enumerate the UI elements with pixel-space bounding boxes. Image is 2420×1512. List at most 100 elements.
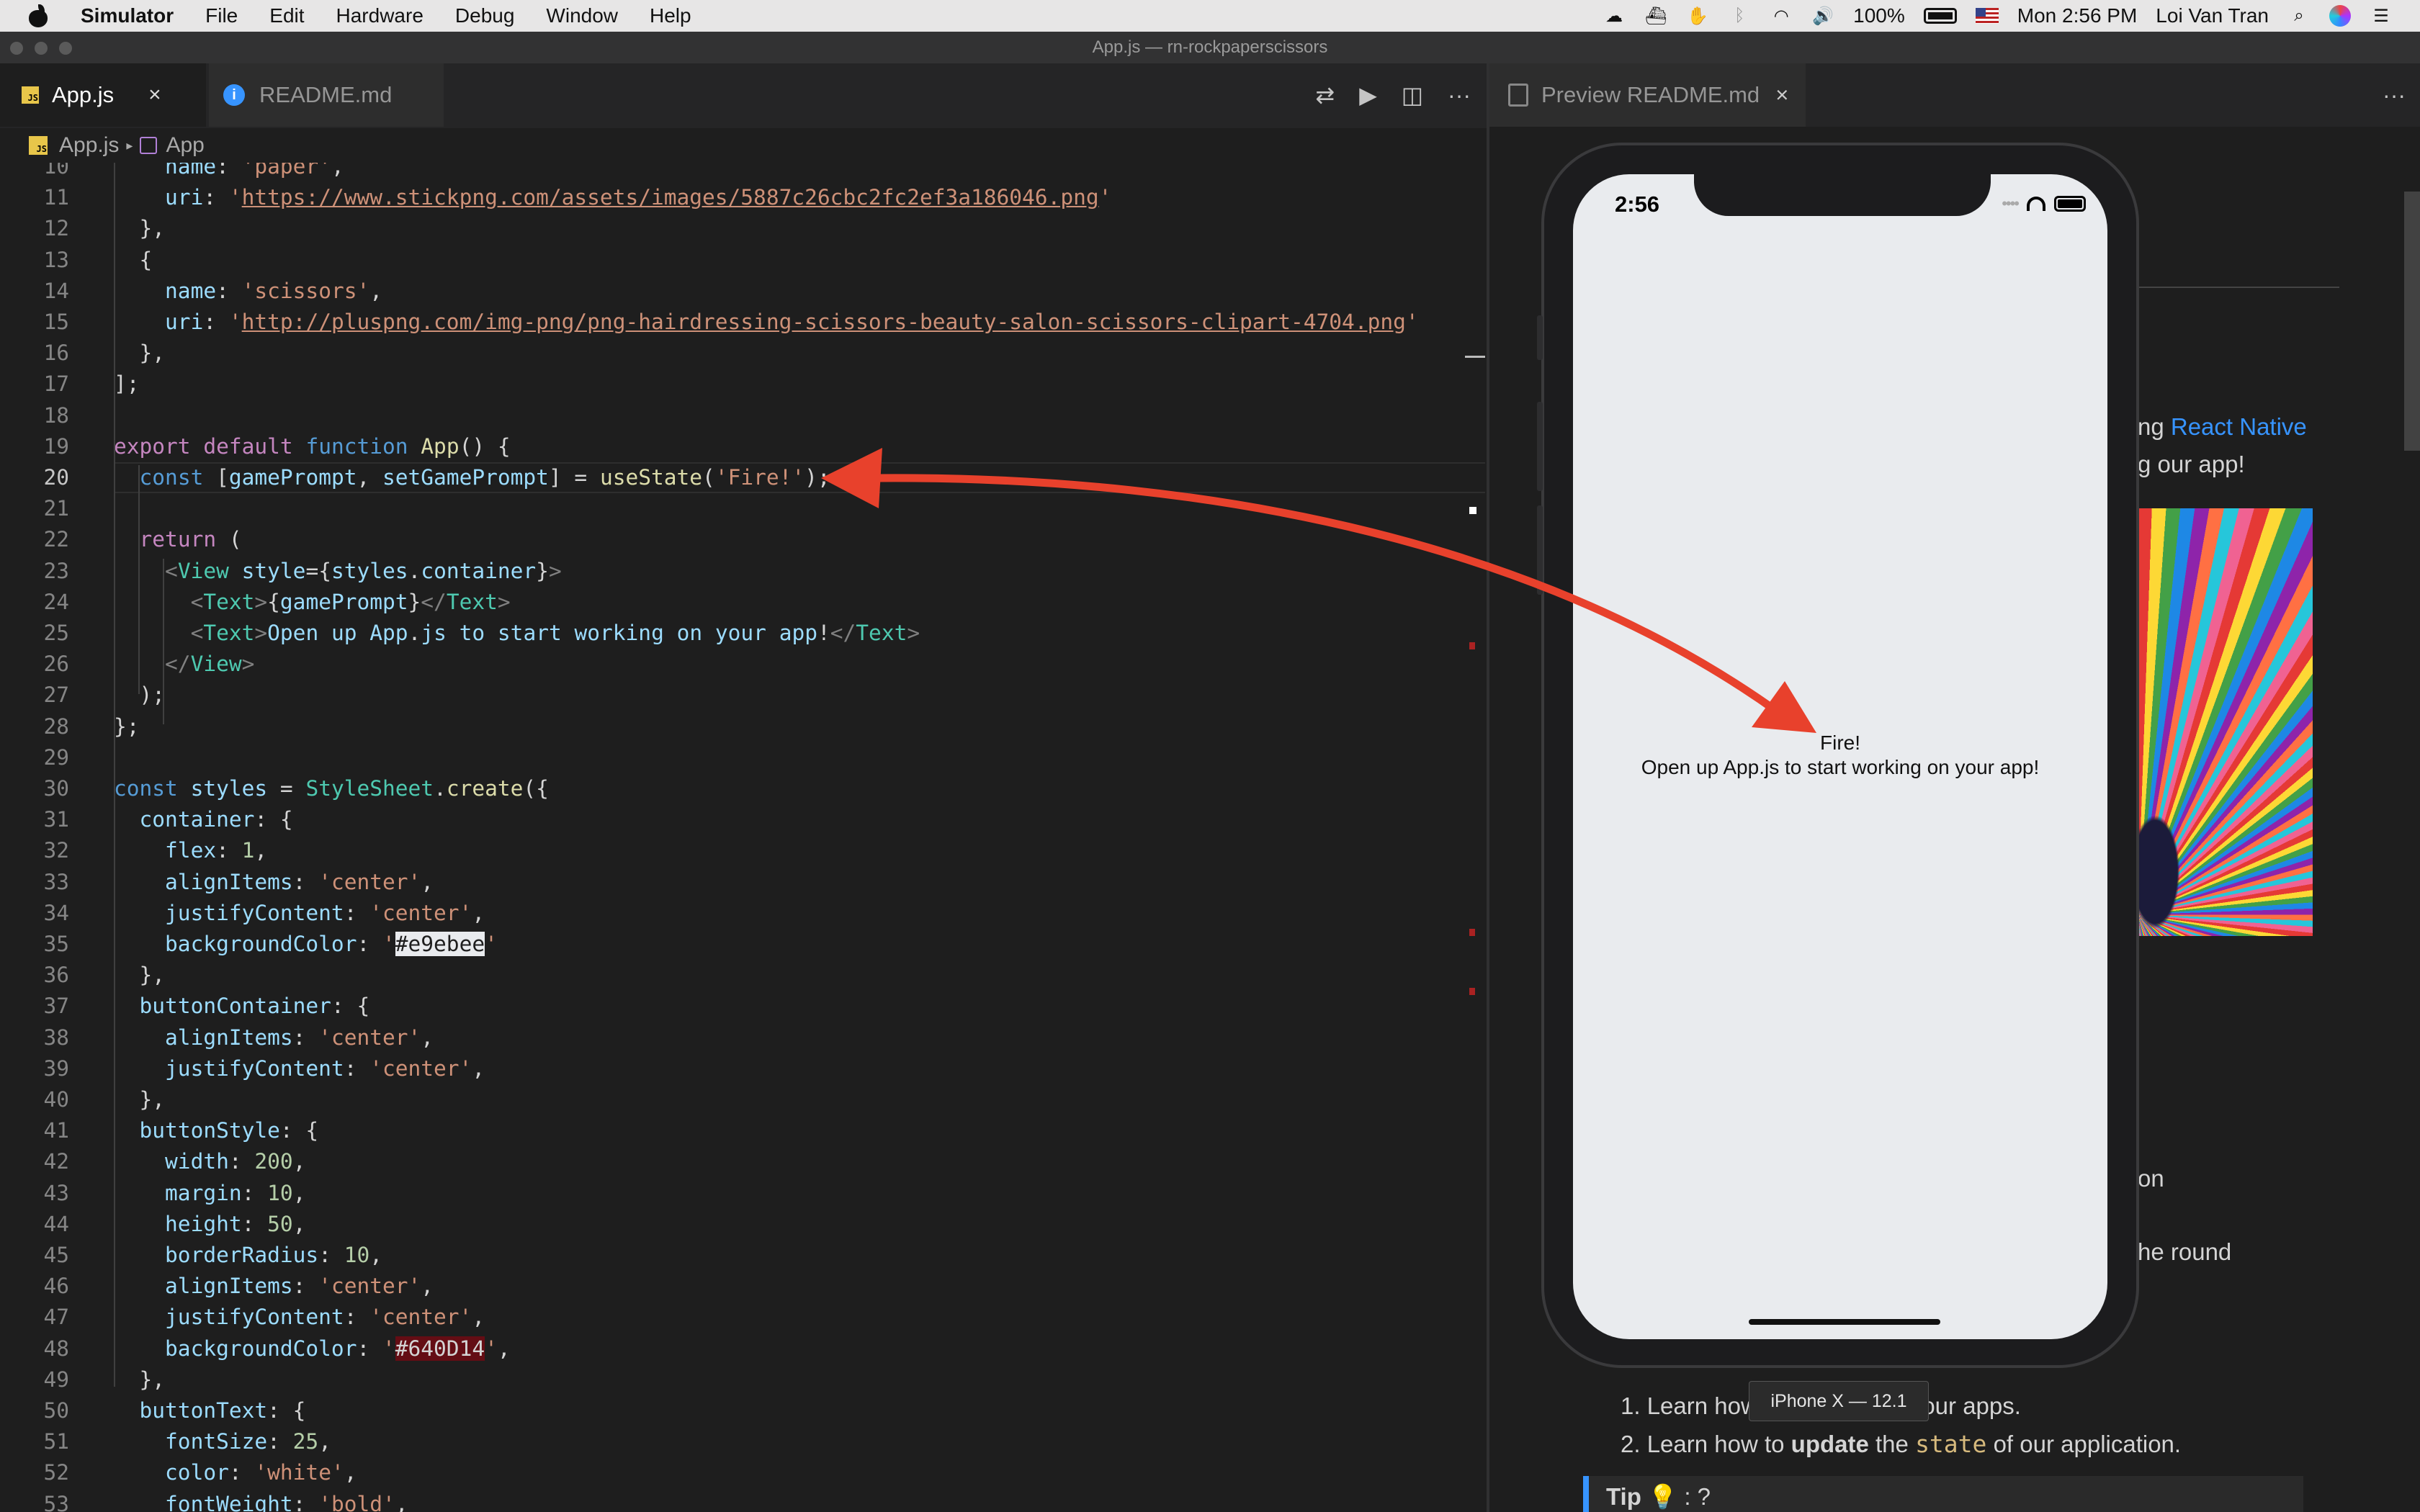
code-line[interactable]: 52 color: 'white', [0, 1457, 1487, 1488]
input-flag-icon[interactable] [1975, 8, 1999, 24]
code-line[interactable]: 41 buttonStyle: { [0, 1115, 1487, 1146]
apple-icon[interactable] [27, 4, 49, 28]
menu-hardware[interactable]: Hardware [336, 4, 424, 27]
menu-edit[interactable]: Edit [269, 4, 304, 27]
mute-switch[interactable] [1537, 315, 1543, 360]
code-line[interactable]: 25 <Text>Open up App.js to start working… [0, 618, 1487, 649]
code-line[interactable]: 26 </View> [0, 649, 1487, 680]
menubar-user[interactable]: Loi Van Tran [2156, 4, 2269, 27]
code-line[interactable]: 13 { [0, 245, 1487, 276]
device-label: iPhone X — 12.1 [1749, 1381, 1929, 1421]
creative-cloud-icon[interactable]: ☁ [1603, 6, 1626, 26]
code-line[interactable]: 28}; [0, 711, 1487, 742]
react-native-link[interactable]: React Native [2171, 413, 2307, 440]
tab-readme[interactable]: i README.md [209, 63, 444, 127]
code-text: justifyContent: 'center', [165, 1056, 485, 1081]
code-line[interactable]: 15 uri: 'http://pluspng.com/img-png/png-… [0, 307, 1487, 338]
inline-code: state [1915, 1430, 1987, 1458]
spotlight-search-icon[interactable]: ⌕ [2287, 6, 2311, 25]
menubar-clock[interactable]: Mon 2:56 PM [2017, 4, 2138, 27]
scrollbar[interactable] [2404, 192, 2420, 451]
code-line[interactable]: 43 margin: 10, [0, 1178, 1487, 1209]
window-zoom-button[interactable] [59, 42, 72, 55]
code-line[interactable]: 40 }, [0, 1084, 1487, 1115]
wifi-icon[interactable]: ◠ [1770, 6, 1793, 26]
close-tab-icon[interactable]: × [1775, 82, 1788, 108]
code-line[interactable]: 53 fontWeight: 'bold', [0, 1489, 1487, 1512]
line-number: 31 [43, 807, 69, 832]
code-line[interactable]: 50 buttonText: { [0, 1395, 1487, 1426]
split-editor-icon[interactable]: ◫ [1402, 81, 1423, 109]
tab-preview-readme[interactable]: Preview README.md × [1489, 63, 1806, 127]
volume-icon[interactable]: 🔊 [1811, 6, 1834, 26]
code-line[interactable]: 35 backgroundColor: '#e9ebee' [0, 929, 1487, 960]
code-line[interactable]: 30 const styles = StyleSheet.create({ [0, 773, 1487, 804]
code-line[interactable]: 27 ); [0, 680, 1487, 711]
menu-window[interactable]: Window [546, 4, 618, 27]
volume-up-button[interactable] [1537, 402, 1543, 491]
tip-text: : ? [1684, 1483, 1711, 1510]
code-line[interactable]: 17]; [0, 369, 1487, 400]
code-line[interactable]: 11 uri: 'https://www.stickpng.com/assets… [0, 182, 1487, 213]
home-indicator[interactable] [1749, 1319, 1940, 1325]
code-line[interactable]: 48 backgroundColor: '#640D14', [0, 1333, 1487, 1364]
code-line[interactable]: 38 alignItems: 'center', [0, 1022, 1487, 1053]
docker-icon[interactable]: ⛴ [1644, 6, 1667, 26]
window-close-button[interactable] [10, 42, 23, 55]
more-actions-icon[interactable]: ··· [1448, 82, 1471, 109]
code-line[interactable]: 42 width: 200, [0, 1146, 1487, 1177]
code-line[interactable]: 32 flex: 1, [0, 835, 1487, 866]
list-number: 2. [1621, 1431, 1641, 1457]
code-line[interactable]: 20 const [gamePrompt, setGamePrompt] = u… [0, 462, 1487, 493]
run-icon[interactable]: ▶ [1359, 81, 1377, 109]
bluetooth-icon[interactable]: ᛒ [1728, 6, 1751, 25]
code-line[interactable]: 18 [0, 400, 1487, 431]
code-line[interactable]: 51 fontSize: 25, [0, 1426, 1487, 1457]
breadcrumb-file[interactable]: App.js [59, 133, 119, 158]
window-title: App.js — rn-rockpaperscissors [1092, 37, 1328, 57]
code-line[interactable]: 37 buttonContainer: { [0, 991, 1487, 1022]
code-line[interactable]: 29 [0, 742, 1487, 773]
code-line[interactable]: 49 }, [0, 1364, 1487, 1395]
code-line[interactable]: 33 alignItems: 'center', [0, 867, 1487, 898]
battery-icon[interactable] [1923, 8, 1957, 24]
iphone-screen[interactable]: 2:56 •••• Fire! Open up App.js to start … [1573, 174, 2107, 1339]
git-compare-icon[interactable]: ⇄ [1315, 81, 1335, 109]
code-line[interactable]: 39 justifyContent: 'center', [0, 1053, 1487, 1084]
code-line[interactable]: 12 }, [0, 213, 1487, 244]
hand-icon[interactable]: ✋ [1686, 6, 1709, 26]
battery-percent: 100% [1853, 4, 1905, 27]
close-tab-icon[interactable]: × [148, 83, 161, 107]
phone-status-icons: •••• [2002, 194, 2086, 213]
code-line[interactable]: 21 [0, 493, 1487, 524]
code-line[interactable]: 24 <Text>{gamePrompt}</Text> [0, 587, 1487, 618]
volume-down-button[interactable] [1537, 505, 1543, 595]
code-line[interactable]: 10 name: 'paper', [0, 163, 1487, 182]
code-line[interactable]: 46 alignItems: 'center', [0, 1271, 1487, 1302]
menu-help[interactable]: Help [650, 4, 691, 27]
code-line[interactable]: 36 }, [0, 960, 1487, 991]
code-line[interactable]: 22 return ( [0, 524, 1487, 555]
code-line[interactable]: 44 height: 50, [0, 1209, 1487, 1240]
menu-app-name[interactable]: Simulator [81, 4, 174, 27]
more-actions-icon[interactable]: ··· [2383, 63, 2406, 127]
code-line[interactable]: 34 justifyContent: 'center', [0, 898, 1487, 929]
menu-file[interactable]: File [205, 4, 238, 27]
menu-debug[interactable]: Debug [455, 4, 515, 27]
code-line[interactable]: 47 justifyContent: 'center', [0, 1302, 1487, 1333]
window-minimize-button[interactable] [35, 42, 48, 55]
code-line[interactable]: 19 export default function App() { [0, 431, 1487, 462]
siri-icon[interactable] [2329, 5, 2351, 27]
tab-app-js[interactable]: JS App.js × [0, 63, 206, 127]
code-line[interactable]: 31 container: { [0, 804, 1487, 835]
breadcrumb-symbol[interactable]: App [166, 133, 204, 158]
line-number: 28 [43, 714, 69, 739]
notification-center-icon[interactable]: ☰ [2370, 6, 2393, 26]
code-editor[interactable]: 10 name: 'paper', 11 uri: 'https://www.st… [0, 163, 1487, 1512]
code-line[interactable]: 16 }, [0, 338, 1487, 369]
code-line[interactable]: 14 name: 'scissors', [0, 276, 1487, 307]
code-text: <Text>Open up App.js to start working on… [190, 621, 920, 645]
wifi-icon [2027, 197, 2045, 211]
code-line[interactable]: 45 borderRadius: 10, [0, 1240, 1487, 1271]
code-line[interactable]: 23 <View style={styles.container}> [0, 556, 1487, 587]
